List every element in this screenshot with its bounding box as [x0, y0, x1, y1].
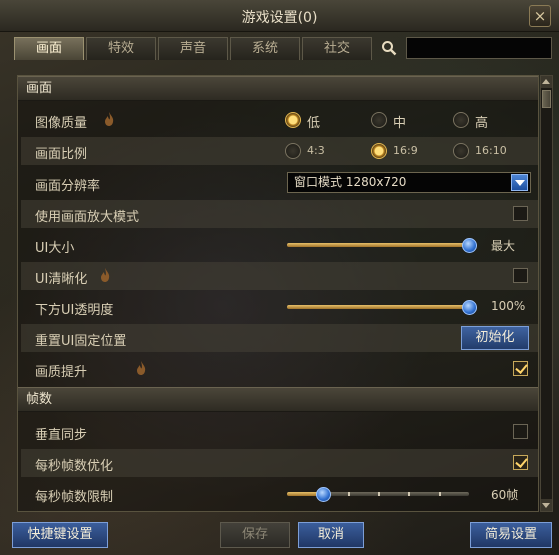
radio[interactable]	[285, 143, 301, 159]
setting-magnify-mode: 使用画面放大模式	[21, 200, 538, 228]
setting-label: 每秒帧数限制	[35, 490, 114, 505]
option-label: 低	[307, 116, 321, 131]
option-label: 16:10	[475, 144, 507, 157]
opacity-slider[interactable]	[287, 300, 477, 315]
setting-resolution: 画面分辨率 窗口模式 1280x720	[21, 169, 538, 197]
setting-label: 画面比例	[35, 147, 88, 162]
window-title: 游戏设置(0)	[241, 10, 318, 26]
ui-sharpen-checkbox[interactable]	[513, 268, 528, 283]
slider-fill	[287, 305, 469, 309]
search-icon[interactable]	[381, 40, 397, 56]
radio-selected[interactable]	[371, 143, 387, 159]
search-input[interactable]	[406, 37, 552, 59]
cancel-button[interactable]: 取消	[298, 522, 364, 548]
option-label: 高	[475, 116, 489, 131]
setting-fps-limit: 每秒帧数限制 60帧	[21, 480, 538, 508]
slider-tick	[378, 492, 380, 496]
option-label: 4:3	[307, 144, 325, 157]
setting-label: 图像质量	[35, 116, 88, 131]
section-header-framerate: 帧数	[18, 387, 538, 412]
flame-icon	[137, 361, 146, 375]
setting-label: UI大小	[35, 241, 75, 256]
magnify-mode-checkbox[interactable]	[513, 206, 528, 221]
slider-value: 100%	[491, 299, 526, 313]
radio[interactable]	[371, 112, 387, 128]
setting-image-quality: 图像质量 低 中 高	[21, 106, 538, 134]
setting-label: UI清晰化	[35, 272, 88, 287]
quality-boost-checkbox[interactable]	[513, 361, 528, 376]
tab-effects[interactable]: 特效	[86, 37, 156, 60]
setting-label: 重置UI固定位置	[35, 334, 127, 349]
tab-social[interactable]: 社交	[302, 37, 372, 60]
tab-bar: 画面 特效 声音 系统 社交	[14, 37, 374, 60]
settings-panel: 画面 图像质量 低 中 高 画面比例 4:3 16:9 16:10 画面分辨率 …	[17, 75, 539, 512]
scroll-down-arrow-icon[interactable]	[541, 499, 552, 511]
tab-sound[interactable]: 声音	[158, 37, 228, 60]
tab-display[interactable]: 画面	[14, 37, 84, 60]
panel-scrollbar[interactable]	[540, 75, 553, 512]
dropdown-value: 窗口模式 1280x720	[294, 175, 407, 189]
setting-reset-ui: 重置UI固定位置 初始化	[21, 324, 538, 352]
slider-value: 60帧	[491, 488, 519, 502]
tab-system[interactable]: 系统	[230, 37, 300, 60]
slider-thumb[interactable]	[462, 238, 477, 253]
slider-value: 最大	[491, 239, 516, 253]
setting-bottom-ui-opacity: 下方UI透明度 100%	[21, 293, 538, 321]
setting-aspect-ratio: 画面比例 4:3 16:9 16:10	[21, 137, 538, 165]
setting-label: 每秒帧数优化	[35, 459, 114, 474]
setting-ui-sharpen: UI清晰化	[21, 262, 538, 290]
simple-settings-button[interactable]: 简易设置	[470, 522, 552, 548]
setting-label: 使用画面放大模式	[35, 210, 140, 225]
setting-label: 垂直同步	[35, 428, 88, 443]
setting-quality-boost: 画质提升	[21, 355, 538, 383]
flame-icon	[101, 268, 110, 282]
slider-thumb[interactable]	[462, 300, 477, 315]
fps-limit-slider[interactable]	[287, 487, 469, 502]
fps-optimize-checkbox[interactable]	[513, 455, 528, 470]
setting-label: 下方UI透明度	[35, 303, 114, 318]
initialize-button[interactable]: 初始化	[461, 326, 529, 350]
radio[interactable]	[453, 112, 469, 128]
radio-selected[interactable]	[285, 112, 301, 128]
vsync-checkbox[interactable]	[513, 424, 528, 439]
slider-tick	[408, 492, 411, 496]
shortcut-settings-button[interactable]: 快捷键设置	[12, 522, 108, 548]
radio[interactable]	[453, 143, 469, 159]
slider-tick	[438, 492, 441, 496]
scroll-up-arrow-icon[interactable]	[541, 76, 552, 88]
title-bar: 游戏设置(0) ×	[0, 0, 559, 32]
slider-fill	[287, 243, 469, 247]
option-label: 中	[393, 116, 407, 131]
slider-thumb[interactable]	[316, 487, 332, 502]
setting-label: 画面分辨率	[35, 179, 101, 194]
setting-fps-optimize: 每秒帧数优化	[21, 449, 538, 477]
slider-tick	[347, 492, 350, 496]
close-button[interactable]: ×	[529, 5, 551, 27]
resolution-dropdown[interactable]: 窗口模式 1280x720	[287, 172, 531, 193]
setting-vsync: 垂直同步	[21, 418, 538, 446]
settings-window: 游戏设置(0) × 画面 特效 声音 系统 社交 画面 图像质量 低 中 高 画…	[0, 0, 559, 555]
chevron-down-icon[interactable]	[511, 174, 528, 191]
ui-size-slider[interactable]	[287, 238, 477, 253]
flame-icon	[105, 112, 114, 126]
option-label: 16:9	[393, 144, 418, 157]
setting-ui-size: UI大小 最大	[21, 231, 538, 259]
scroll-thumb[interactable]	[542, 90, 551, 108]
section-header-display: 画面	[18, 76, 538, 101]
save-button[interactable]: 保存	[220, 522, 290, 548]
setting-label: 画质提升	[35, 365, 88, 380]
